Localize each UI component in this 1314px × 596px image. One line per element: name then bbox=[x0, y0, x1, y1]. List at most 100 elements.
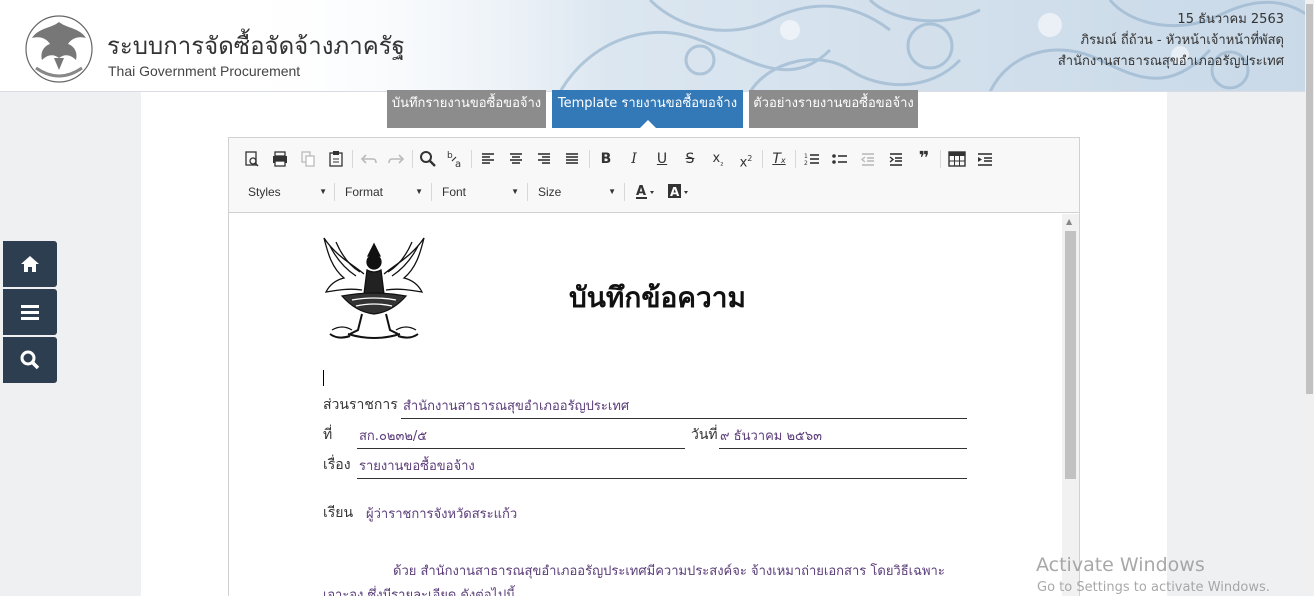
align-right-icon[interactable] bbox=[533, 148, 555, 170]
align-center-icon[interactable] bbox=[505, 148, 527, 170]
body-line-1: ด้วย สำนักงานสาธารณสุขอำเภออรัญประเทศมีค… bbox=[393, 564, 945, 579]
styles-dropdown-label: Styles bbox=[248, 185, 281, 199]
menu-button[interactable] bbox=[3, 289, 57, 335]
replace-icon[interactable]: ba bbox=[444, 148, 466, 170]
editor-toolbar: ba B I U S x₂ x2 Tx 1 2 ❞ Styles ▼ Forma… bbox=[229, 138, 1079, 213]
copy-icon[interactable] bbox=[297, 148, 319, 170]
remove-format-icon[interactable]: Tx bbox=[768, 148, 790, 170]
memo-title: บันทึกข้อความ bbox=[569, 281, 746, 314]
menu-icon bbox=[21, 305, 39, 320]
tab-template-report[interactable]: Template รายงานขอซื้อขอจ้าง bbox=[552, 90, 743, 128]
subject-value: รายงานขอซื้อขอจ้าง bbox=[359, 459, 475, 474]
subject-underline bbox=[357, 478, 967, 479]
styles-dropdown[interactable]: Styles ▼ bbox=[248, 181, 327, 203]
print-icon[interactable] bbox=[269, 148, 291, 170]
document-memo: บันทึกข้อความ ส่วนราชการ สำนักงานสาธารณส… bbox=[229, 214, 1062, 596]
chevron-down-icon: ▼ bbox=[511, 187, 519, 196]
indent-icon[interactable] bbox=[885, 148, 907, 170]
svg-text:a: a bbox=[455, 159, 461, 170]
outdent-icon[interactable] bbox=[857, 148, 879, 170]
background-color-button[interactable]: A bbox=[667, 181, 693, 203]
activate-windows-title: Activate Windows bbox=[1036, 554, 1205, 576]
date-value: ๙ ธันวาคม ๒๕๖๓ bbox=[720, 429, 823, 444]
redo-icon[interactable] bbox=[385, 148, 407, 170]
tab-record-report[interactable]: บันทึกรายงานขอซื้อขอจ้าง bbox=[387, 90, 546, 128]
chevron-down-icon: ▼ bbox=[415, 187, 423, 196]
chevron-down-icon: ▼ bbox=[319, 187, 327, 196]
paste-icon[interactable] bbox=[325, 148, 347, 170]
page-scrollbar-thumb[interactable] bbox=[1306, 4, 1313, 394]
agency-underline bbox=[401, 418, 967, 419]
svg-text:A: A bbox=[636, 184, 646, 199]
rich-text-editor: ba B I U S x₂ x2 Tx 1 2 ❞ Styles ▼ Forma… bbox=[228, 137, 1080, 596]
superscript-icon[interactable]: x2 bbox=[735, 148, 757, 170]
text-caret bbox=[323, 370, 324, 386]
user-name-role[interactable]: ภิรมณ์ ถี่ถ้วน - หัวหน้าเจ้าหน้าที่พัสดุ bbox=[1058, 30, 1284, 51]
find-icon[interactable] bbox=[417, 148, 439, 170]
bold-icon[interactable]: B bbox=[595, 148, 617, 170]
ref-value: สก.๐๒๓๒/๕ bbox=[359, 429, 428, 444]
table-icon[interactable] bbox=[946, 148, 968, 170]
to-value: ผู้ว่าราชการจังหวัดสระแก้ว bbox=[366, 507, 518, 522]
align-left-icon[interactable] bbox=[477, 148, 499, 170]
date-label: วันที่ bbox=[691, 427, 718, 443]
to-label: เรียน bbox=[323, 505, 354, 521]
strikethrough-icon[interactable]: S bbox=[679, 148, 701, 170]
toolbar-separator bbox=[624, 183, 625, 201]
svg-text:b: b bbox=[447, 151, 453, 161]
bullet-list-icon[interactable] bbox=[829, 148, 851, 170]
agency-label: ส่วนราชการ bbox=[323, 397, 398, 413]
size-dropdown[interactable]: Size ▼ bbox=[538, 181, 616, 203]
format-dropdown-label: Format bbox=[345, 185, 384, 199]
blockquote-icon[interactable]: ❞ bbox=[913, 148, 935, 170]
underline-icon[interactable]: U bbox=[651, 148, 673, 170]
subscript-icon[interactable]: x₂ bbox=[707, 148, 729, 170]
current-date: 15 ธันวาคม 2563 bbox=[1177, 12, 1284, 27]
ref-label: ที่ bbox=[323, 427, 333, 443]
subject-label: เรื่อง bbox=[323, 457, 351, 473]
editor-content-area[interactable]: บันทึกข้อความ ส่วนราชการ สำนักงานสาธารณส… bbox=[229, 214, 1079, 596]
undo-icon[interactable] bbox=[358, 148, 380, 170]
user-office: สำนักงานสาธารณสุขอำเภออรัญประเทศ bbox=[1057, 54, 1284, 69]
toolbar-separator bbox=[412, 150, 413, 168]
chevron-down-icon: ▼ bbox=[608, 187, 616, 196]
app-subtitle: Thai Government Procurement bbox=[108, 63, 301, 79]
justify-icon[interactable] bbox=[561, 148, 583, 170]
user-info: 15 ธันวาคม 2563 ภิรมณ์ ถี่ถ้วน - หัวหน้า… bbox=[1058, 9, 1284, 72]
numbered-list-icon[interactable]: 12 bbox=[801, 148, 823, 170]
agency-value: สำนักงานสาธารณสุขอำเภออรัญประเทศ bbox=[403, 399, 630, 414]
thai-gov-procurement-logo bbox=[25, 15, 93, 83]
activate-windows-subtitle: Go to Settings to activate Windows. bbox=[1037, 580, 1270, 595]
editor-scrollbar-thumb[interactable] bbox=[1065, 231, 1076, 479]
italic-icon[interactable]: I bbox=[623, 148, 645, 170]
app-title: ระบบการจัดซื้อจัดจ้างภาครัฐ bbox=[107, 32, 405, 60]
background-color-icon: A bbox=[668, 184, 688, 199]
tab-example-report[interactable]: ตัวอย่างรายงานขอซื้อขอจ้าง bbox=[749, 90, 918, 128]
search-icon bbox=[20, 350, 40, 370]
toolbar-separator bbox=[589, 150, 590, 168]
home-icon bbox=[21, 256, 39, 272]
toolbar-separator bbox=[795, 150, 796, 168]
page-scrollbar[interactable] bbox=[1305, 0, 1314, 596]
search-button[interactable] bbox=[3, 337, 57, 383]
svg-text:2: 2 bbox=[804, 160, 808, 167]
font-dropdown[interactable]: Font ▼ bbox=[442, 181, 519, 203]
toolbar-separator bbox=[431, 183, 432, 201]
svg-text:A: A bbox=[670, 185, 680, 199]
preview-icon[interactable] bbox=[241, 148, 263, 170]
text-color-button[interactable]: A bbox=[634, 181, 658, 203]
text-color-icon: A bbox=[636, 184, 654, 199]
home-button[interactable] bbox=[3, 241, 57, 287]
format-dropdown[interactable]: Format ▼ bbox=[345, 181, 423, 203]
toolbar-separator bbox=[527, 183, 528, 201]
header: ระบบการจัดซื้อจัดจ้างภาครัฐ Thai Governm… bbox=[0, 0, 1314, 92]
editor-scrollbar[interactable]: ▲ bbox=[1062, 214, 1079, 596]
ref-underline bbox=[357, 448, 685, 449]
garuda-emblem bbox=[323, 237, 425, 339]
toolbar-separator bbox=[471, 150, 472, 168]
page-break-icon[interactable] bbox=[974, 148, 996, 170]
scroll-up-arrow-icon[interactable]: ▲ bbox=[1066, 217, 1072, 226]
svg-text:1: 1 bbox=[804, 153, 808, 160]
toolbar-separator bbox=[352, 150, 353, 168]
app-window: ระบบการจัดซื้อจัดจ้างภาครัฐ Thai Governm… bbox=[0, 0, 1314, 596]
